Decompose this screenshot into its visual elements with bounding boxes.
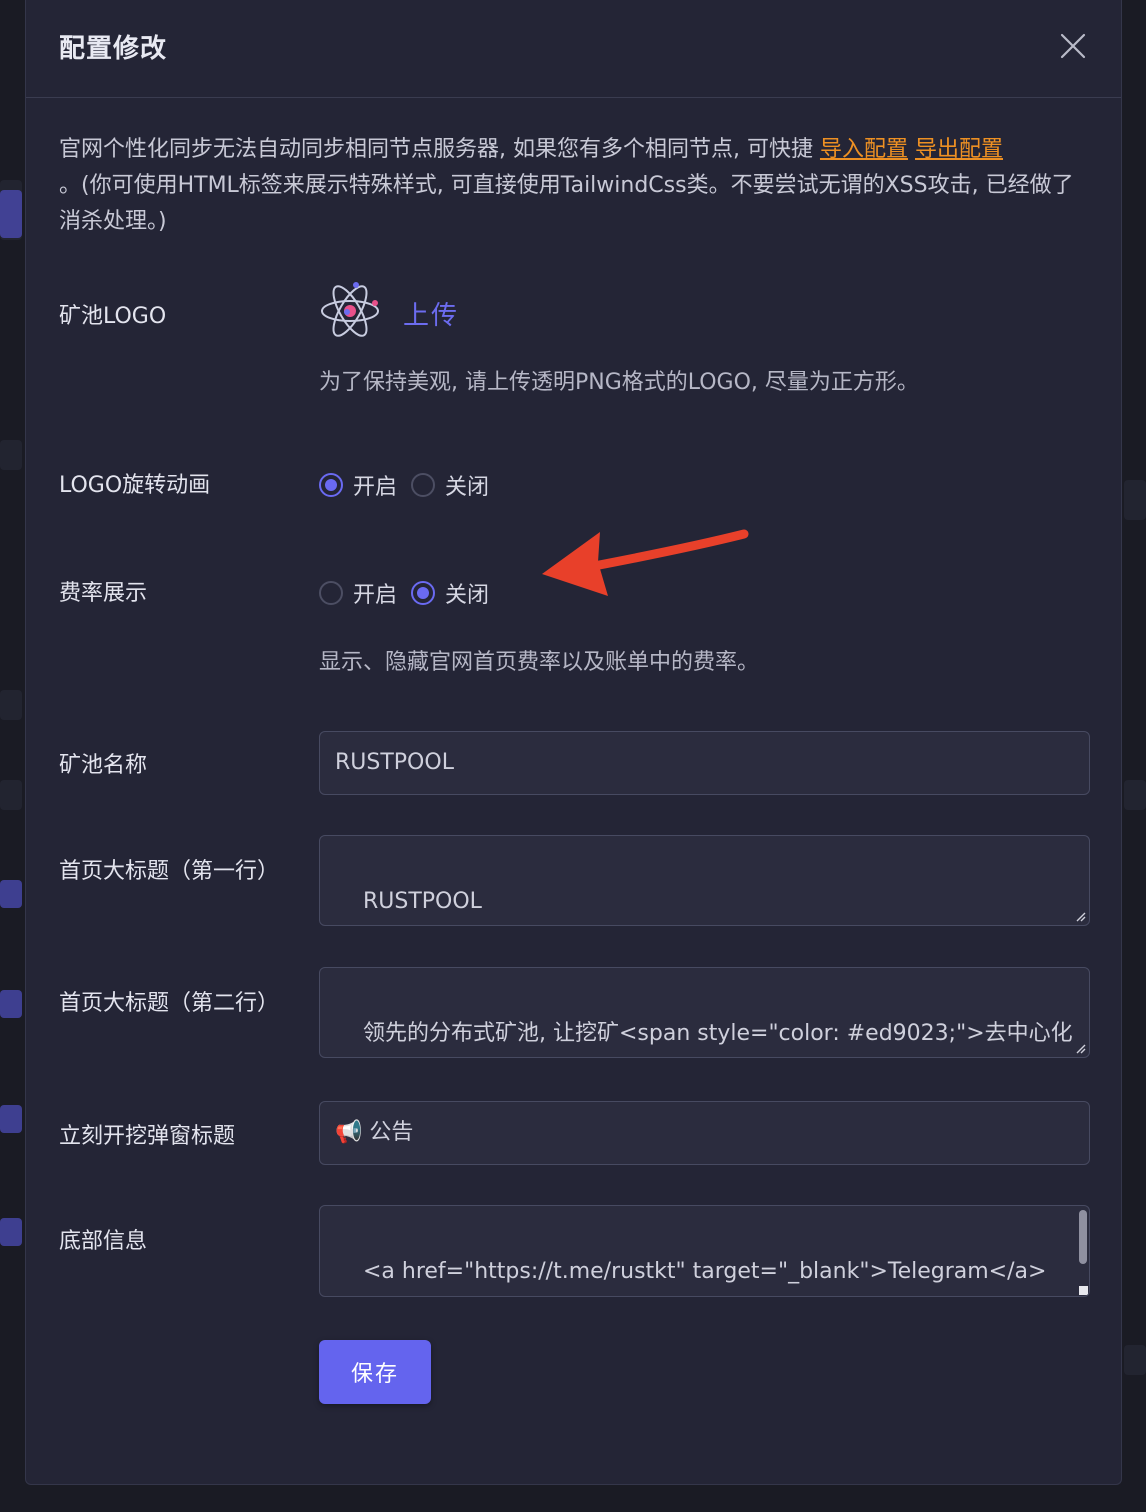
radio-checked-icon	[411, 581, 436, 605]
background-element	[1124, 480, 1146, 520]
popup-title-label: 立刻开挖弹窗标题	[59, 1124, 236, 1149]
logo-label: 矿池LOGO	[59, 304, 167, 329]
footer-info-label: 底部信息	[59, 1229, 148, 1254]
notice-text-after: 。(你可使用HTML标签来展示特殊样式, 可直接使用TailwindCss类。不…	[59, 173, 1074, 234]
config-dialog: 配置修改 官网个性化同步无法自动同步相同节点服务器, 如果您有多个相同节点, 可…	[25, 0, 1122, 1485]
popup-title-input[interactable]: 📢 公告	[319, 1101, 1090, 1165]
export-config-link[interactable]: 导出配置	[915, 137, 1003, 162]
radio-label: 开启	[353, 475, 398, 500]
background-element	[0, 690, 22, 720]
background-element	[0, 780, 22, 810]
resize-handle-icon[interactable]	[1074, 1042, 1086, 1054]
headline-line2-label: 首页大标题（第二行）	[59, 991, 280, 1016]
headline-line2-value: 领先的分布式矿池, 让挖矿<span style="color: #ed9023…	[362, 1021, 1073, 1046]
footer-info-value: <a href="https://t.me/rustkt" target="_b…	[335, 1259, 1047, 1296]
background-element	[1124, 780, 1146, 810]
background-element	[0, 990, 22, 1018]
pool-name-input[interactable]: RUSTPOOL	[319, 731, 1090, 795]
fee-display-on-radio[interactable]: 开启	[319, 577, 397, 609]
footer-info-textarea[interactable]: <a href="https://t.me/rustkt" target="_b…	[319, 1205, 1090, 1297]
radio-unchecked-icon	[319, 581, 343, 605]
radio-checked-icon	[319, 473, 343, 497]
headline-line1-value: RUSTPOOL	[362, 889, 482, 914]
resize-handle-icon[interactable]	[1079, 1286, 1088, 1295]
fee-display-radio-group: 开启 关闭	[319, 577, 503, 609]
radio-label: 关闭	[445, 583, 490, 608]
upload-button[interactable]: 上传	[403, 295, 459, 332]
headline-line1-textarea[interactable]: RUSTPOOL	[319, 835, 1090, 926]
radio-label: 关闭	[445, 475, 490, 500]
logo-rotation-radio-group: 开启 关闭	[319, 469, 503, 501]
notice-text: 官网个性化同步无法自动同步相同节点服务器, 如果您有多个相同节点, 可快捷 导入…	[59, 132, 1089, 240]
background-element	[0, 1218, 22, 1246]
fee-display-hint: 显示、隐藏官网首页费率以及账单中的费率。	[319, 650, 760, 675]
import-config-link[interactable]: 导入配置	[820, 137, 908, 162]
headline-line1-label: 首页大标题（第一行）	[59, 859, 280, 884]
dialog-header: 配置修改	[26, 0, 1121, 98]
resize-handle-icon[interactable]	[1074, 910, 1086, 922]
logo-hint: 为了保持美观, 请上传透明PNG格式的LOGO, 尽量为正方形。	[319, 370, 919, 395]
background-element	[0, 880, 22, 908]
headline-line2-textarea[interactable]: 领先的分布式矿池, 让挖矿<span style="color: #ed9023…	[319, 967, 1090, 1058]
background-element	[1124, 1345, 1146, 1375]
background-element	[0, 190, 22, 238]
close-icon[interactable]	[1057, 30, 1089, 62]
radio-unchecked-icon	[411, 473, 436, 497]
radio-label: 开启	[353, 583, 398, 608]
save-button[interactable]: 保存	[319, 1340, 431, 1404]
logo-rotation-off-radio[interactable]: 关闭	[411, 469, 489, 501]
logo-rotation-label: LOGO旋转动画	[59, 473, 211, 498]
dialog-title: 配置修改	[59, 34, 168, 64]
notice-text-before: 官网个性化同步无法自动同步相同节点服务器, 如果您有多个相同节点, 可快捷	[59, 137, 820, 162]
pool-name-label: 矿池名称	[59, 753, 148, 778]
background-element	[0, 440, 22, 470]
fee-display-off-radio[interactable]: 关闭	[411, 577, 489, 609]
scrollbar-thumb[interactable]	[1079, 1210, 1087, 1264]
annotation-arrow-icon	[542, 529, 749, 596]
background-element	[0, 1105, 22, 1133]
logo-rotation-on-radio[interactable]: 开启	[319, 469, 397, 501]
fee-display-label: 费率展示	[59, 581, 148, 606]
atom-logo-icon	[319, 279, 381, 343]
